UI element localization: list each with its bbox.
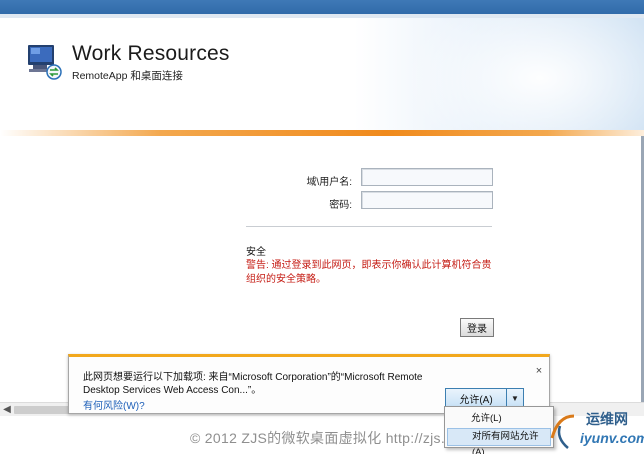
addon-notification-bar: 此网页想要运行以下加载项: 来自“Microsoft Corporation”的… xyxy=(68,354,550,414)
watermark-text-2: iyunv.com xyxy=(580,430,644,446)
app-title: Work Resources xyxy=(72,42,230,65)
password-label: 密码: xyxy=(329,200,352,211)
risk-link[interactable]: 有何风险(W)? xyxy=(83,397,145,412)
username-label: 域\用户名: xyxy=(306,177,352,188)
watermark-text-1: 运维网 xyxy=(586,411,628,427)
header-divider-rule xyxy=(0,130,644,136)
login-button[interactable]: 登录 xyxy=(460,318,494,337)
scroll-left-arrow-icon[interactable]: ◀ xyxy=(2,404,12,416)
password-input[interactable] xyxy=(361,191,493,209)
remoteapp-logo-icon xyxy=(28,45,62,80)
window-top-strip xyxy=(0,0,644,18)
menu-item-allow-all-sites[interactable]: 对所有网站允许(A) xyxy=(447,428,551,454)
form-divider xyxy=(246,226,492,227)
allow-dropdown-menu: 允许(L) 对所有网站允许(A) xyxy=(444,406,554,454)
security-heading: 安全 xyxy=(246,247,266,258)
chevron-down-icon[interactable]: ▼ xyxy=(507,388,524,408)
header-banner: Work Resources RemoteApp 和桌面连接 xyxy=(0,18,644,130)
notification-message: 此网页想要运行以下加载项: 来自“Microsoft Corporation”的… xyxy=(83,372,423,396)
menu-item-allow[interactable]: 允许(L) xyxy=(447,410,551,428)
allow-button[interactable]: 允许(A) xyxy=(445,388,507,408)
close-icon[interactable]: × xyxy=(533,365,545,377)
username-input[interactable] xyxy=(361,168,493,186)
app-subtitle: RemoteApp 和桌面连接 xyxy=(72,70,183,82)
security-warning: 警告: 通过登录到此网页，即表示你确认此计算机符合贵组织的安全策略。 xyxy=(246,260,492,285)
